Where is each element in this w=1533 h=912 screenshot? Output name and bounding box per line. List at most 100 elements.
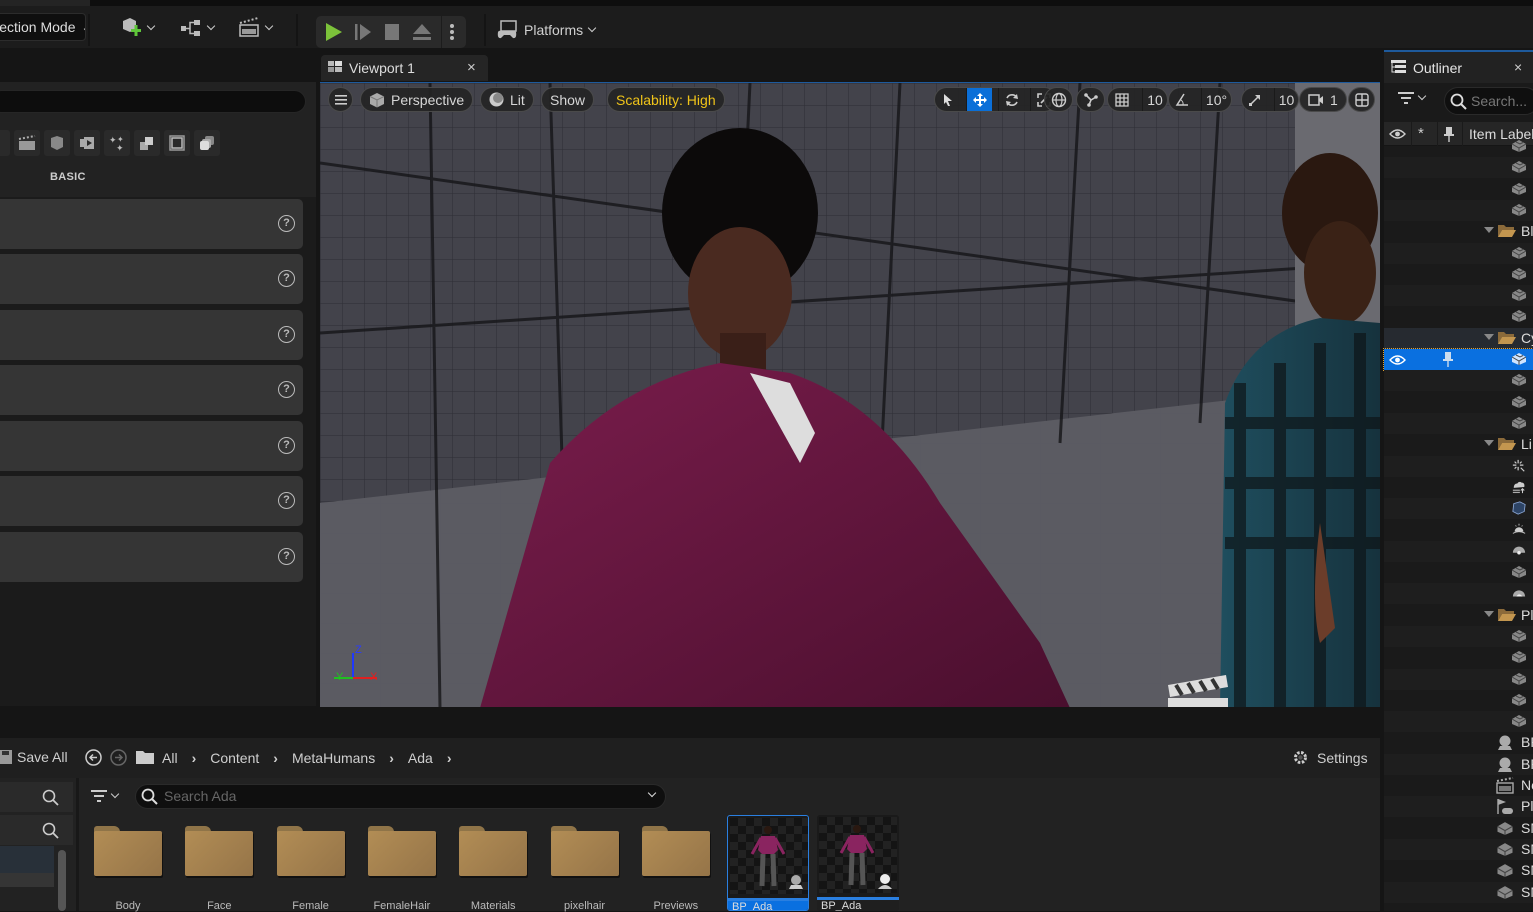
outliner-row[interactable] bbox=[1384, 136, 1533, 157]
outliner-row[interactable] bbox=[1384, 264, 1533, 285]
source-tree-scrollbar[interactable] bbox=[58, 850, 66, 911]
breadcrumb-metahumans[interactable]: MetaHumans bbox=[292, 750, 375, 766]
breadcrumb-all[interactable]: All bbox=[162, 750, 178, 766]
outliner-row[interactable]: Ne bbox=[1384, 775, 1533, 796]
outliner-row[interactable] bbox=[1384, 179, 1533, 200]
settings-button[interactable]: Settings bbox=[1292, 749, 1368, 766]
breadcrumb-separator-icon[interactable]: › bbox=[389, 750, 394, 766]
tab-viewport-1[interactable]: Viewport 1 × bbox=[321, 55, 488, 81]
outliner-row[interactable]: SM bbox=[1384, 860, 1533, 881]
outliner-row[interactable] bbox=[1384, 562, 1533, 583]
camera-speed-button[interactable]: 1 bbox=[1299, 87, 1347, 112]
actor-list-item[interactable]: ? bbox=[0, 310, 303, 360]
breadcrumb-separator-icon[interactable]: › bbox=[447, 750, 452, 766]
outliner-folder-row[interactable]: Cy bbox=[1384, 327, 1533, 349]
breadcrumb-ada[interactable]: Ada bbox=[408, 750, 433, 766]
help-icon[interactable]: ? bbox=[278, 381, 295, 398]
select-tool-button[interactable] bbox=[935, 88, 960, 111]
forward-arrow-icon[interactable] bbox=[110, 749, 127, 766]
world-local-toggle[interactable] bbox=[1044, 87, 1073, 112]
outliner-folder-row[interactable]: Pl bbox=[1384, 605, 1533, 626]
outliner-search-input[interactable]: Search... bbox=[1444, 87, 1533, 115]
outliner-row[interactable] bbox=[1384, 711, 1533, 733]
asset-tile-selected[interactable]: BP_Ada bbox=[727, 815, 809, 911]
outliner-row[interactable]: Pl bbox=[1384, 796, 1533, 818]
outliner-row[interactable]: SM bbox=[1384, 818, 1533, 839]
rotation-snap-toggle[interactable] bbox=[1169, 88, 1195, 111]
outliner-row[interactable] bbox=[1384, 540, 1533, 562]
outliner-row[interactable]: SM bbox=[1384, 881, 1533, 903]
search-history-chevron-icon[interactable] bbox=[647, 788, 657, 798]
outliner-row[interactable] bbox=[1384, 625, 1533, 647]
surface-snapping-button[interactable] bbox=[1076, 87, 1105, 112]
category-geometry-button[interactable] bbox=[134, 130, 160, 156]
outliner-row[interactable]: BP bbox=[1384, 753, 1533, 775]
outliner-row[interactable] bbox=[1384, 690, 1533, 711]
visibility-eye-icon[interactable] bbox=[1389, 354, 1406, 366]
help-icon[interactable]: ? bbox=[278, 492, 295, 509]
advance-frame-icon[interactable] bbox=[354, 23, 372, 41]
level-viewport[interactable]: Perspective Lit Show Scalability: High 1… bbox=[320, 82, 1380, 707]
platforms-dropdown[interactable]: Platforms bbox=[496, 20, 597, 40]
outliner-filter-button[interactable] bbox=[1398, 91, 1427, 104]
outliner-row[interactable] bbox=[1384, 519, 1533, 540]
rotation-snap-value[interactable]: 10° bbox=[1201, 88, 1231, 111]
blueprint-button[interactable] bbox=[180, 16, 216, 40]
source-tree-item-selected[interactable] bbox=[0, 846, 54, 873]
category-volumes-button[interactable] bbox=[164, 130, 190, 156]
outliner-row[interactable] bbox=[1384, 392, 1533, 413]
scalability-button[interactable]: Scalability: High bbox=[607, 87, 725, 112]
outliner-row[interactable] bbox=[1384, 498, 1533, 520]
outliner-row[interactable] bbox=[1384, 583, 1533, 605]
outliner-tab[interactable]: Outliner × bbox=[1384, 50, 1533, 83]
more-options-icon[interactable] bbox=[449, 23, 455, 41]
view-mode-lit-button[interactable]: Lit bbox=[480, 87, 534, 112]
actor-list-item[interactable]: ? bbox=[0, 254, 303, 304]
close-icon[interactable]: × bbox=[1514, 59, 1522, 75]
outliner-row[interactable] bbox=[1384, 157, 1533, 179]
breadcrumb-separator-icon[interactable]: › bbox=[273, 750, 278, 766]
outliner-row[interactable]: SM bbox=[1384, 838, 1533, 860]
expand-arrow-icon[interactable] bbox=[1484, 610, 1494, 617]
collections-search-input[interactable] bbox=[0, 815, 73, 845]
help-icon[interactable]: ? bbox=[278, 326, 295, 343]
selection-mode-dropdown[interactable]: Selection Mode bbox=[0, 13, 86, 41]
folder-tile[interactable] bbox=[641, 826, 710, 878]
outliner-folder-row[interactable]: Bl bbox=[1384, 221, 1533, 242]
help-icon[interactable]: ? bbox=[278, 270, 295, 287]
actor-list-item[interactable]: ? bbox=[0, 532, 303, 582]
actor-list-item[interactable]: ? bbox=[0, 421, 303, 471]
folder-tile[interactable] bbox=[276, 826, 345, 878]
folder-icon[interactable] bbox=[136, 750, 154, 764]
place-actors-search-input[interactable] bbox=[0, 90, 306, 113]
folder-tile[interactable] bbox=[459, 826, 528, 878]
save-all-button[interactable]: Save All bbox=[0, 749, 68, 765]
asset-search-input[interactable]: Search Ada bbox=[135, 784, 666, 809]
outliner-row[interactable] bbox=[1384, 412, 1533, 434]
stop-icon[interactable] bbox=[384, 23, 400, 41]
outliner-row[interactable] bbox=[1384, 242, 1533, 264]
outliner-row[interactable] bbox=[1384, 455, 1533, 477]
outliner-row[interactable] bbox=[1384, 370, 1533, 392]
outliner-row-selected[interactable] bbox=[1383, 348, 1533, 371]
actor-list-item[interactable]: ? bbox=[0, 476, 303, 526]
cinematics-button[interactable] bbox=[238, 16, 274, 40]
play-icon[interactable] bbox=[324, 22, 344, 42]
cine-camera-clapper-icon[interactable] bbox=[1166, 673, 1230, 707]
outliner-row[interactable] bbox=[1384, 668, 1533, 690]
translate-tool-button[interactable] bbox=[966, 88, 992, 111]
scale-snap-toggle[interactable] bbox=[1242, 88, 1268, 111]
help-icon[interactable]: ? bbox=[278, 215, 295, 232]
expand-arrow-icon[interactable] bbox=[1484, 333, 1494, 340]
actor-list-item[interactable]: ? bbox=[0, 365, 303, 415]
outliner-row[interactable]: BP bbox=[1384, 732, 1533, 753]
asset-tile[interactable]: BP_Ada bbox=[817, 815, 899, 911]
category-cinematic-button[interactable] bbox=[14, 130, 40, 156]
close-icon[interactable]: × bbox=[467, 59, 476, 76]
eject-icon[interactable] bbox=[412, 22, 432, 42]
pin-icon[interactable] bbox=[1443, 352, 1453, 367]
grid-snap-value[interactable]: 10 bbox=[1142, 88, 1167, 111]
folder-tile[interactable] bbox=[550, 826, 619, 878]
viewport-layout-button[interactable] bbox=[1348, 87, 1375, 112]
category-media-button[interactable] bbox=[74, 130, 100, 156]
